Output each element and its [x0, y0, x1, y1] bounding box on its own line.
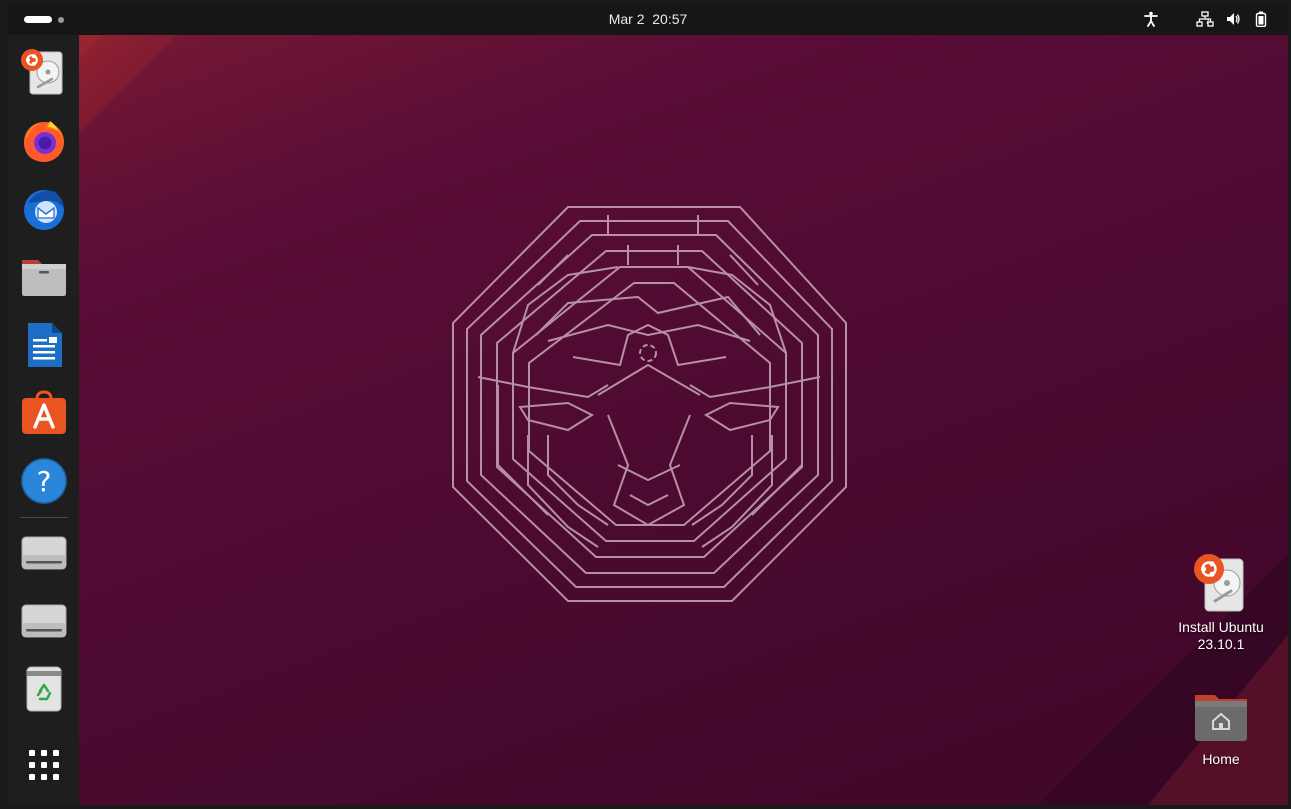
battery-icon[interactable]: [1252, 10, 1270, 28]
files-icon: [22, 260, 66, 296]
dock-item-drive-2[interactable]: [20, 597, 68, 645]
dock: ?: [8, 35, 79, 805]
activities-button[interactable]: [24, 16, 64, 23]
home-label: Home: [1202, 751, 1240, 767]
home-folder-icon: [1191, 685, 1251, 745]
firefox-icon: [24, 121, 64, 162]
svg-text:?: ?: [1206, 18, 1210, 26]
drive-icon: [21, 536, 67, 570]
clock-button[interactable]: Mar 2 20:57: [609, 11, 688, 27]
desktop-icon-home[interactable]: Home: [1166, 685, 1276, 768]
clock-date: Mar 2: [608, 11, 645, 27]
dock-item-thunderbird[interactable]: [20, 185, 68, 233]
svg-text:?: ?: [37, 465, 52, 498]
dock-separator: [20, 517, 68, 518]
dock-item-install-ubuntu[interactable]: [20, 49, 68, 97]
maze-emblem: [452, 206, 847, 602]
system-tray[interactable]: ?: [1142, 3, 1270, 35]
dock-item-app-center[interactable]: [20, 389, 68, 437]
install-ubuntu-icon: [21, 49, 63, 95]
install-ubuntu-label: Install Ubuntu 23.10.1: [1178, 619, 1264, 652]
show-apps-button[interactable]: [20, 741, 68, 789]
dock-item-help[interactable]: ?: [20, 457, 68, 505]
accessibility-icon[interactable]: [1142, 10, 1160, 28]
desktop-icon-install-ubuntu[interactable]: Install Ubuntu 23.10.1: [1166, 553, 1276, 653]
clock-time: 20:57: [652, 11, 688, 27]
dock-item-drive-1[interactable]: [20, 529, 68, 577]
help-icon: ?: [21, 458, 67, 504]
dock-item-trash[interactable]: [20, 665, 68, 713]
workspace-indicator: [58, 16, 64, 23]
dock-item-libreoffice-writer[interactable]: [20, 321, 68, 369]
desktop[interactable]: Install Ubuntu 23.10.1 Home: [8, 35, 1288, 805]
dock-item-files[interactable]: [20, 253, 68, 301]
workspace-indicator-active: [24, 16, 52, 23]
dock-item-firefox[interactable]: [20, 117, 68, 165]
trash-icon: [26, 666, 62, 712]
network-icon[interactable]: ?: [1196, 10, 1214, 28]
drive-icon: [21, 604, 67, 638]
screen: Install Ubuntu 23.10.1 Home Mar 2 20:57 …: [0, 0, 1291, 809]
clock: Mar 2 20:57: [8, 3, 1288, 35]
app-center-icon: [22, 390, 66, 434]
wallpaper: [8, 35, 1288, 805]
volume-icon[interactable]: [1224, 10, 1242, 28]
thunderbird-icon: [24, 190, 64, 230]
show-apps-icon: [29, 750, 59, 780]
libreoffice-writer-icon: [28, 323, 62, 367]
install-ubuntu-icon: [1191, 553, 1251, 613]
top-bar: Mar 2 20:57 ?: [8, 3, 1288, 35]
